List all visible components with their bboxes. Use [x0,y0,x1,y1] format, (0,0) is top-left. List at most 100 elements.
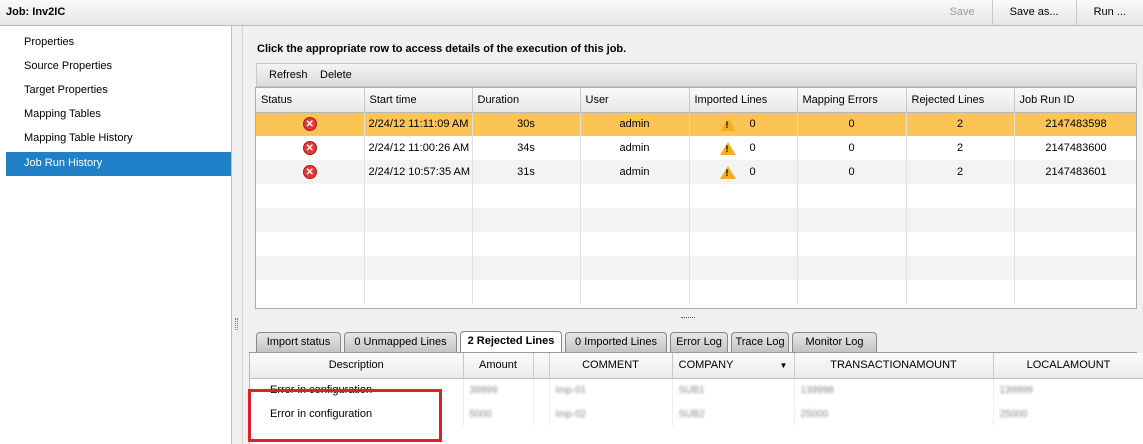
table-row [256,232,1136,256]
cell-comment: imp-01 [549,378,673,402]
tab-rejected-lines[interactable]: 2 Rejected Lines [460,331,562,353]
col-company-label: COMPANY [678,359,734,372]
run-button[interactable]: Run ... [1075,0,1143,26]
horizontal-splitter-grip-icon[interactable] [681,317,695,319]
instruction-text: Click the appropriate row to access deta… [257,43,627,55]
cell-run-id: 2147483598 [1014,112,1136,136]
detail-tabs: Import status 0 Unmapped Lines 2 Rejecte… [256,331,1137,353]
tab-trace-log[interactable]: Trace Log [731,332,789,352]
cell-user: admin [580,136,690,160]
detail-header: Description Amount COMMENT COMPANY ▼ TRAN… [250,353,1143,379]
save-button[interactable]: Save [933,0,992,26]
cell-local-amount: 25000 [993,402,1143,426]
cell-transaction-amount: 25000 [794,402,994,426]
cell-duration: 30s [472,112,581,136]
col-user[interactable]: User [580,88,690,113]
sidebar-item-mapping-tables[interactable]: Mapping Tables [6,103,231,127]
tab-error-log[interactable]: Error Log [670,332,728,352]
cell-mapping-errors: 0 [797,160,907,184]
sidebar-item-mapping-table-history[interactable]: Mapping Table History [6,127,231,151]
cell-local-amount: 139999 [993,378,1143,402]
sort-desc-icon[interactable]: ▼ [779,361,787,370]
cell-rejected: 2 [906,136,1015,160]
warning-icon [719,141,736,155]
sidebar-item-job-run-history[interactable]: Job Run History [6,152,231,176]
table-row[interactable]: Error in configuration 39999 imp-01 SUB1… [250,378,1143,402]
cell-comment: imp-02 [549,402,673,426]
cell-blank [533,378,550,402]
col-duration[interactable]: Duration [472,88,581,113]
col-company[interactable]: COMPANY ▼ [672,353,795,379]
table-row [256,256,1136,280]
error-icon: ✕ [302,141,317,155]
col-description[interactable]: Description [250,353,464,379]
col-job-run-id[interactable]: Job Run ID [1014,88,1136,113]
col-blank[interactable] [533,353,550,379]
col-transaction-amount[interactable]: TRANSACTIONAMOUNT [794,353,994,379]
grid-header: Status Start time Duration User Imported… [256,88,1136,113]
cell-user: admin [580,160,690,184]
col-status[interactable]: Status [256,88,365,113]
cell-start-time: 2/24/12 11:00:26 AM [364,136,473,160]
cell-start-time: 2/24/12 10:57:35 AM [364,160,473,184]
cell-rejected: 2 [906,112,1015,136]
table-row [256,280,1136,304]
splitter-grip-icon[interactable] [235,318,238,330]
col-comment[interactable]: COMMENT [549,353,673,379]
cell-amount: 5000 [463,402,534,426]
table-row[interactable]: Error in configuration 5000 imp-02 SUB2 … [250,402,1143,426]
cell-description: Error in configuration [250,402,464,426]
main-panel: Click the appropriate row to access deta… [243,26,1143,444]
col-amount[interactable]: Amount [463,353,534,379]
cell-start-time: 2/24/12 11:11:09 AM [364,112,473,136]
col-local-amount[interactable]: LOCALAMOUNT [993,353,1143,379]
sidebar-item-properties[interactable]: Properties [6,31,231,55]
cell-description: Error in configuration [250,378,464,402]
tab-import-status[interactable]: Import status [256,332,341,352]
warning-icon [719,117,736,131]
rejected-lines-grid: Description Amount COMMENT COMPANY ▼ TRAN… [249,353,1143,444]
cell-amount: 39999 [463,378,534,402]
cell-duration: 34s [472,136,581,160]
grid-toolbar: Refresh Delete [256,63,1137,87]
sidebar-item-target-properties[interactable]: Target Properties [6,79,231,103]
col-imported-lines[interactable]: Imported Lines [689,88,798,113]
cell-duration: 31s [472,160,581,184]
table-row[interactable]: ✕ 2/24/12 11:00:26 AM 34s admin 0 0 2 21… [256,136,1136,160]
title-bar: Job: Inv2IC Save Save as... Run ... [0,0,1143,26]
cell-mapping-errors: 0 [797,112,907,136]
col-rejected-lines[interactable]: Rejected Lines [906,88,1015,113]
error-icon: ✕ [302,117,317,132]
cell-mapping-errors: 0 [797,136,907,160]
table-row[interactable]: ✕ 2/24/12 11:11:09 AM 30s admin 0 0 2 21… [256,112,1136,136]
cell-transaction-amount: 139998 [794,378,994,402]
col-start-time[interactable]: Start time [364,88,473,113]
cell-run-id: 2147483601 [1014,160,1136,184]
cell-company: SUB1 [672,378,795,402]
cell-company: SUB2 [672,402,795,426]
job-run-grid: Status Start time Duration User Imported… [255,87,1137,309]
panel-splitter[interactable] [232,26,243,444]
tab-imported-lines[interactable]: 0 Imported Lines [565,332,667,352]
warning-icon [719,165,736,179]
col-mapping-errors[interactable]: Mapping Errors [797,88,907,113]
sidebar: Properties Source Properties Target Prop… [0,26,232,444]
job-title: Job: Inv2IC [6,6,66,18]
error-icon: ✕ [302,165,317,179]
title-actions: Save Save as... Run ... [933,0,1143,26]
refresh-button[interactable]: Refresh [269,69,308,81]
cell-imported: 0 [749,166,756,178]
cell-user: admin [580,112,690,136]
cell-imported: 0 [749,118,756,131]
delete-button[interactable]: Delete [320,69,352,81]
tab-unmapped-lines[interactable]: 0 Unmapped Lines [344,332,457,352]
save-as-button[interactable]: Save as... [991,0,1076,26]
cell-rejected: 2 [906,160,1015,184]
table-row [256,184,1136,208]
cell-run-id: 2147483600 [1014,136,1136,160]
cell-imported: 0 [749,142,756,154]
cell-blank [533,402,550,426]
sidebar-item-source-properties[interactable]: Source Properties [6,55,231,79]
table-row[interactable]: ✕ 2/24/12 10:57:35 AM 31s admin 0 0 2 21… [256,160,1136,184]
tab-monitor-log[interactable]: Monitor Log [792,332,877,352]
